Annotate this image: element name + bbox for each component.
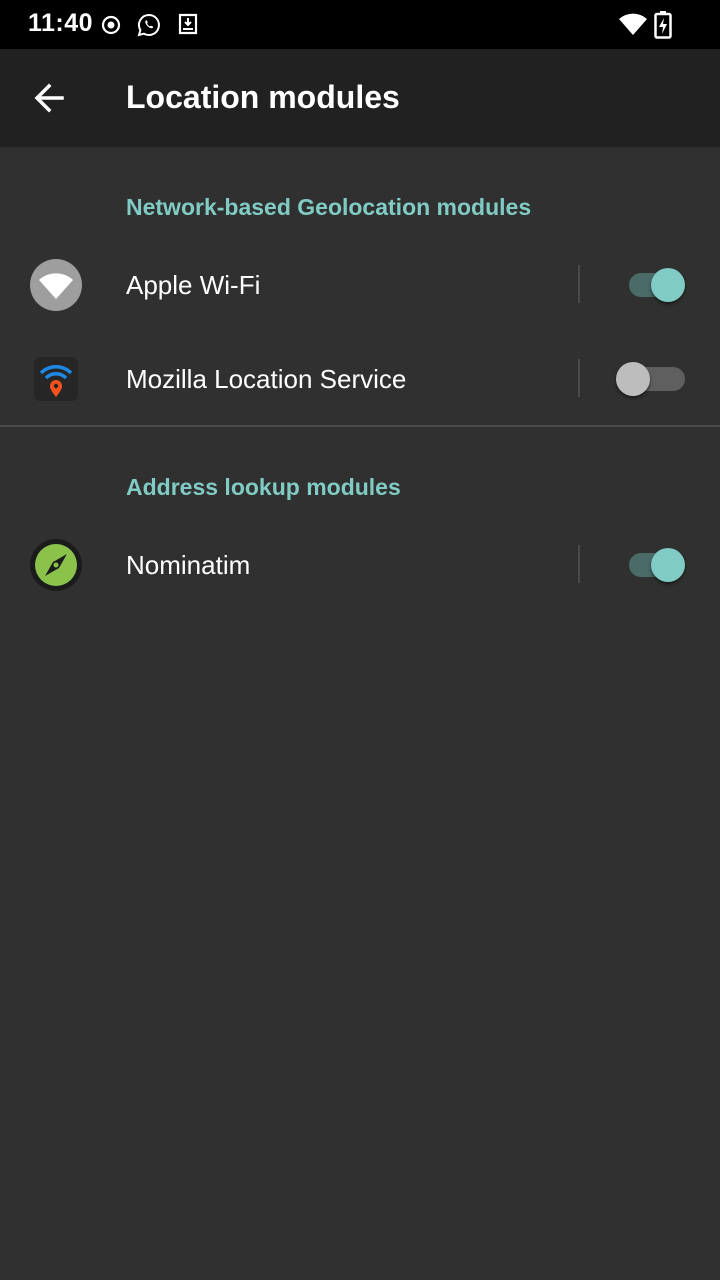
section-header-address-lookup: Address lookup modules [126, 474, 401, 500]
wifi-signal-icon [619, 13, 647, 35]
row-divider [578, 359, 580, 397]
module-label: Mozilla Location Service [126, 364, 407, 394]
radio-target-icon [101, 15, 121, 35]
row-divider [578, 545, 580, 583]
mozilla-location-service-toggle[interactable] [610, 359, 690, 399]
module-row-mozilla-location-service[interactable]: Mozilla Location Service [0, 332, 720, 426]
module-label: Apple Wi-Fi [126, 270, 261, 300]
module-label: Nominatim [126, 550, 251, 580]
nominatim-compass-icon [30, 539, 82, 591]
sd-card-icon [178, 13, 198, 35]
arrow-back-icon [34, 83, 64, 113]
nominatim-toggle[interactable] [610, 545, 690, 585]
module-row-nominatim[interactable]: Nominatim [0, 518, 720, 612]
section-divider [0, 425, 720, 427]
apple-wifi-icon [30, 259, 82, 311]
battery-charging-icon [654, 11, 672, 39]
whatsapp-icon [137, 13, 160, 37]
page-title: Location modules [126, 79, 400, 115]
module-row-apple-wifi[interactable]: Apple Wi-Fi [0, 238, 720, 332]
mozilla-location-icon [34, 357, 78, 401]
section-header-network-geolocation: Network-based Geolocation modules [126, 194, 532, 220]
status-time: 11:40 [28, 9, 94, 37]
status-bar: 11:40 [0, 0, 720, 49]
app-bar: Location modules [0, 49, 720, 147]
row-divider [578, 265, 580, 303]
apple-wifi-toggle[interactable] [610, 265, 690, 305]
back-button[interactable] [22, 71, 76, 125]
